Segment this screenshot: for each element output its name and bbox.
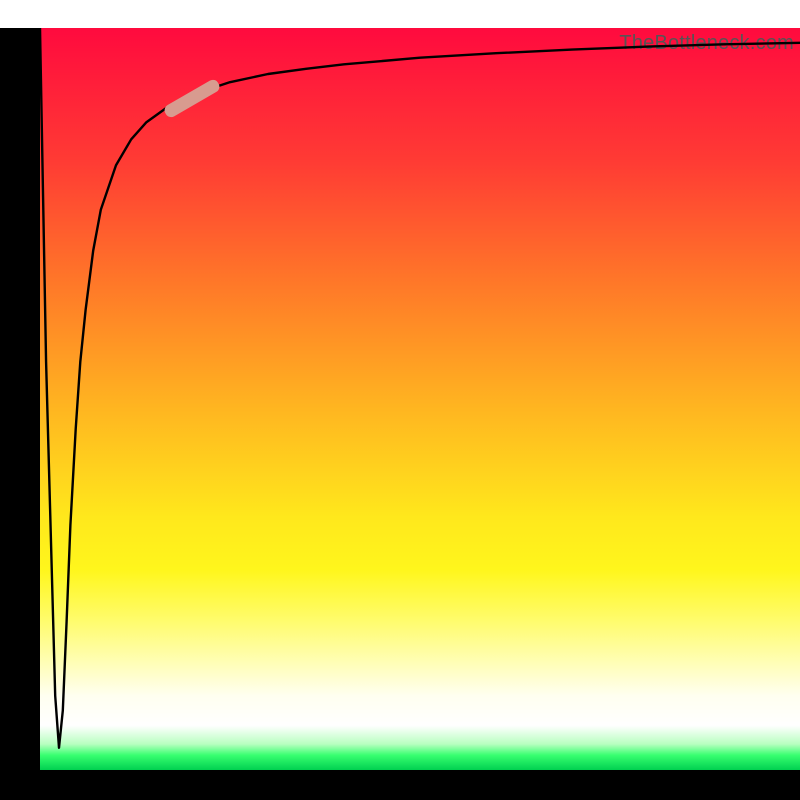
- chart-frame: TheBottleneck.com: [0, 0, 800, 800]
- top-white-bar: [0, 0, 800, 28]
- main-curve: [40, 28, 800, 748]
- curve-layer: [40, 28, 800, 770]
- curve-marker: [162, 78, 221, 120]
- plot-area: TheBottleneck.com: [40, 28, 800, 770]
